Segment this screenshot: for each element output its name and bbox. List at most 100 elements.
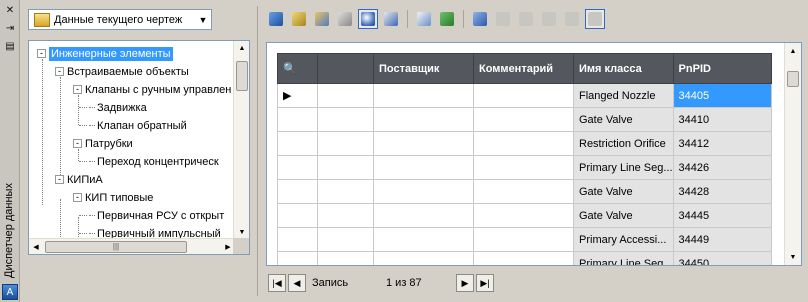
- zoom-column-header[interactable]: 🔍: [277, 53, 318, 84]
- first-record-button[interactable]: |◀: [268, 274, 286, 292]
- pnpid-cell[interactable]: 34450: [672, 251, 772, 265]
- scroll-down-icon[interactable]: ▼: [785, 249, 801, 265]
- collapse-icon[interactable]: -: [55, 67, 64, 76]
- scroll-thumb[interactable]: [236, 61, 248, 91]
- data-grid[interactable]: 🔍 Поставщик Комментарий Имя класса PnPID…: [266, 42, 802, 266]
- highlight-button[interactable]: [585, 9, 605, 29]
- scroll-thumb[interactable]: [787, 71, 799, 87]
- class-name-cell[interactable]: Gate Valve: [573, 203, 674, 228]
- column-header-class-name[interactable]: Имя класса: [573, 53, 674, 84]
- scroll-up-icon[interactable]: ▲: [785, 43, 801, 59]
- scroll-thumb[interactable]: |||: [45, 241, 187, 253]
- table-row[interactable]: Gate Valve 34445: [277, 203, 772, 228]
- class-name-cell[interactable]: Primary Line Seg...: [573, 155, 674, 180]
- tree-node-label: Первичная РСУ с открыт: [97, 209, 225, 222]
- class-name-cell[interactable]: Primary Accessi...: [573, 227, 674, 252]
- tree-node[interactable]: Первичная РСУ с открыт: [79, 207, 224, 224]
- tree-node[interactable]: Задвижка: [79, 99, 147, 116]
- accept-all-button[interactable]: [539, 9, 559, 29]
- tree-vertical-scrollbar[interactable]: ▲ ▼: [233, 41, 249, 239]
- column-header[interactable]: [317, 53, 374, 84]
- column-header-pnpid[interactable]: PnPID: [672, 53, 772, 84]
- class-name-cell[interactable]: Restriction Orifice: [573, 131, 674, 156]
- tree-node-label: Инженерные элементы: [49, 46, 173, 61]
- class-name-cell[interactable]: Gate Valve: [573, 107, 674, 132]
- class-name-cell[interactable]: Primary Line Seg...: [573, 251, 674, 265]
- tree-node[interactable]: - КИПиА: [55, 171, 103, 188]
- show-all-button[interactable]: [289, 9, 309, 29]
- refresh-button[interactable]: [266, 9, 286, 29]
- row-indicator: [277, 131, 318, 156]
- palette-title: Диспетчер данных: [3, 183, 15, 278]
- table-row[interactable]: Gate Valve 34410: [277, 107, 772, 132]
- import-button[interactable]: [437, 9, 457, 29]
- reject-all-button[interactable]: [562, 9, 582, 29]
- tree-node[interactable]: Переход концентрическ: [79, 153, 219, 170]
- table-row[interactable]: Primary Line Seg... 34450: [277, 251, 772, 265]
- tree-node[interactable]: Первичный импульсный: [79, 225, 221, 239]
- properties-icon[interactable]: ▤: [3, 40, 17, 52]
- parent-button[interactable]: [312, 9, 332, 29]
- class-name-cell[interactable]: Flanged Nozzle: [573, 83, 674, 108]
- tree-node-label: Переход концентрическ: [97, 155, 219, 168]
- panel-splitter[interactable]: [257, 6, 258, 296]
- scroll-left-icon[interactable]: ◀: [29, 239, 43, 254]
- last-record-button[interactable]: ▶|: [476, 274, 494, 292]
- tree-horizontal-scrollbar[interactable]: ◀ ||| ▶: [29, 238, 235, 254]
- collapse-icon[interactable]: -: [37, 49, 46, 58]
- zoom-button[interactable]: [358, 9, 378, 29]
- tree-node[interactable]: - Клапаны с ручным управлен: [73, 81, 231, 98]
- collapse-icon[interactable]: -: [73, 193, 82, 202]
- class-name-cell[interactable]: Gate Valve: [573, 179, 674, 204]
- filter-button[interactable]: [335, 9, 355, 29]
- table-row[interactable]: Gate Valve 34428: [277, 179, 772, 204]
- pnpid-cell[interactable]: 34412: [672, 131, 772, 156]
- tree-node[interactable]: - Патрубки: [73, 135, 133, 152]
- header-row: 🔍 Поставщик Комментарий Имя класса PnPID: [277, 53, 772, 84]
- accept-button[interactable]: [493, 9, 513, 29]
- previous-record-button[interactable]: ◀: [288, 274, 306, 292]
- palette-title-bar: ✕ ⇥ ▤ Диспетчер данных A: [0, 0, 20, 302]
- pnpid-cell[interactable]: 34445: [672, 203, 772, 228]
- tree-node-label: Патрубки: [85, 137, 133, 150]
- row-indicator: [277, 227, 318, 252]
- table-row[interactable]: ▶ Flanged Nozzle 34405: [277, 83, 772, 108]
- scroll-up-icon[interactable]: ▲: [234, 41, 249, 55]
- column-header-vendor[interactable]: Поставщик: [373, 53, 474, 84]
- collapse-icon[interactable]: -: [55, 175, 64, 184]
- tree-node[interactable]: - Инженерные элементы: [37, 45, 173, 62]
- tree-node[interactable]: Клапан обратный: [79, 117, 187, 134]
- pnpid-cell[interactable]: 34405: [672, 83, 772, 108]
- tree-node[interactable]: - Встраиваемые объекты: [55, 63, 189, 80]
- reject-button[interactable]: [516, 9, 536, 29]
- tree-viewport: - Инженерные элементы - Встраиваемые объ…: [29, 41, 235, 239]
- column-header-comment[interactable]: Комментарий: [473, 53, 574, 84]
- class-tree[interactable]: - Инженерные элементы - Встраиваемые объ…: [28, 40, 250, 255]
- table-row[interactable]: Restriction Orifice 34412: [277, 131, 772, 156]
- next-record-button[interactable]: ▶: [456, 274, 474, 292]
- data-source-value: Данные текущего чертеж: [54, 13, 183, 26]
- pnpid-cell[interactable]: 34426: [672, 155, 772, 180]
- tree-node[interactable]: - КИП типовые: [73, 189, 153, 206]
- row-indicator: [277, 251, 318, 265]
- collapse-icon[interactable]: -: [73, 85, 82, 94]
- autohide-icon[interactable]: ⇥: [3, 22, 17, 34]
- grid-vertical-scrollbar[interactable]: ▲ ▼: [784, 43, 801, 265]
- pnpid-cell[interactable]: 34410: [672, 107, 772, 132]
- row-indicator: [277, 107, 318, 132]
- tree-node-label: Задвижка: [97, 101, 147, 114]
- collapse-icon[interactable]: -: [73, 139, 82, 148]
- tree-node-label: КИПиА: [67, 173, 103, 186]
- pnpid-cell[interactable]: 34428: [672, 179, 772, 204]
- table-row[interactable]: Primary Line Seg... 34426: [277, 155, 772, 180]
- edit-button[interactable]: [414, 9, 434, 29]
- export-button[interactable]: [381, 9, 401, 29]
- scroll-down-icon[interactable]: ▼: [234, 225, 249, 239]
- validate-button[interactable]: [470, 9, 490, 29]
- current-row-icon: ▶: [283, 90, 292, 102]
- data-source-dropdown[interactable]: Данные текущего чертеж ▼: [28, 9, 212, 30]
- chevron-down-icon[interactable]: ▼: [195, 15, 211, 25]
- close-icon[interactable]: ✕: [3, 4, 17, 16]
- table-row[interactable]: Primary Accessi... 34449: [277, 227, 772, 252]
- pnpid-cell[interactable]: 34449: [672, 227, 772, 252]
